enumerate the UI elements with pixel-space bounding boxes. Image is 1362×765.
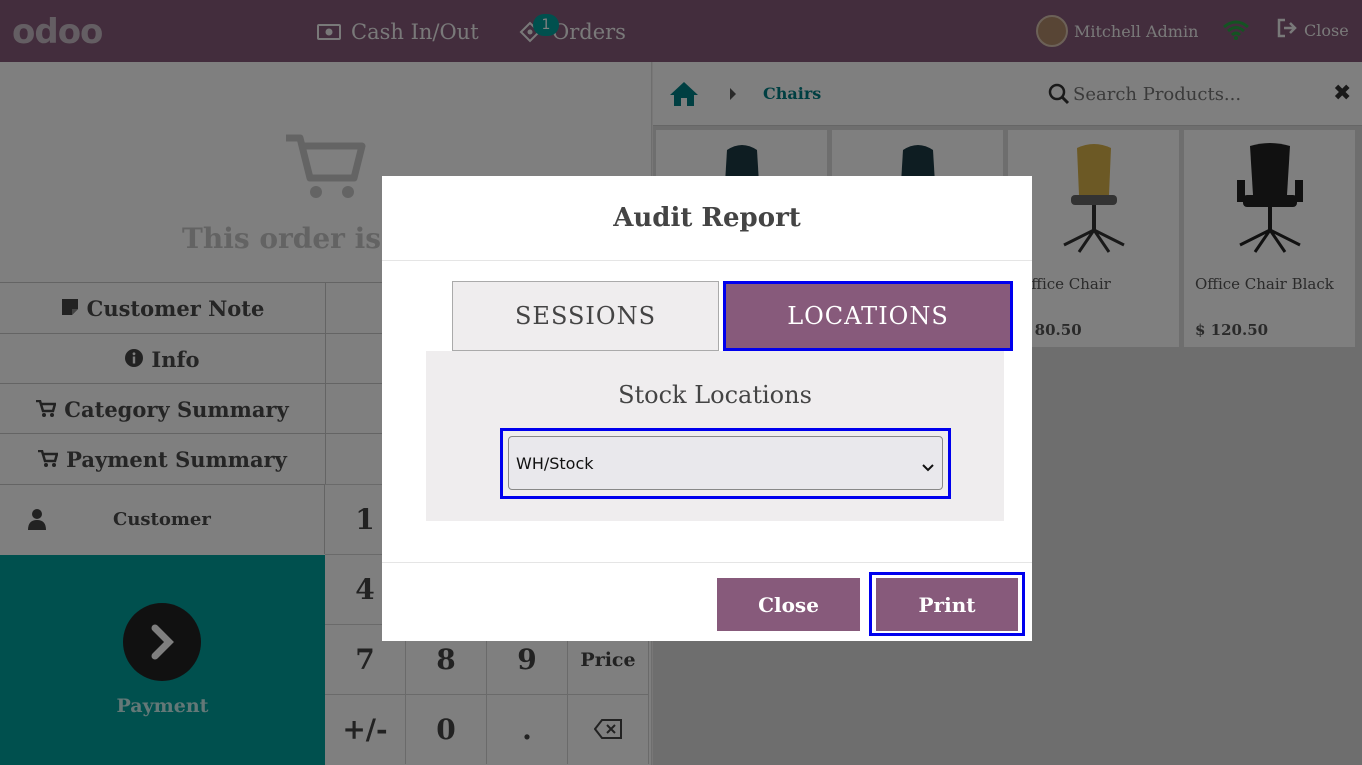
print-button[interactable]: Print [876, 578, 1018, 631]
stock-locations-heading: Stock Locations [618, 381, 812, 409]
chevron-down-icon [922, 457, 934, 476]
dialog-footer: Close Print [382, 562, 1032, 641]
tab-sessions[interactable]: SESSIONS [452, 281, 719, 351]
tab-locations[interactable]: LOCATIONS [723, 281, 1013, 351]
location-select-focus: WH/Stock [500, 428, 951, 499]
close-button[interactable]: Close [717, 578, 860, 631]
dialog-title: Audit Report [382, 176, 1032, 261]
print-button-focus: Print [869, 572, 1025, 636]
stock-location-select[interactable]: WH/Stock [508, 436, 943, 490]
locations-panel: Stock Locations WH/Stock [426, 351, 1004, 521]
stock-location-value: WH/Stock [516, 453, 594, 473]
audit-report-dialog: Audit Report SESSIONS LOCATIONS Stock Lo… [382, 176, 1032, 641]
